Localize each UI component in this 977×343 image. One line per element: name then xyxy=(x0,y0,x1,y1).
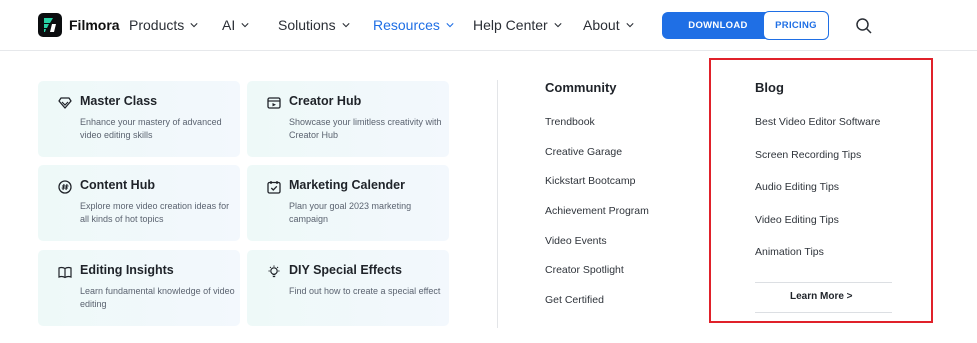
nav-label: Solutions xyxy=(278,17,336,33)
nav-solutions[interactable]: Solutions xyxy=(278,0,350,50)
chevron-down-icon xyxy=(190,23,198,28)
video-window-icon xyxy=(267,97,281,109)
card-diy-special-effects[interactable]: DIY Special Effects Find out how to crea… xyxy=(247,250,449,326)
blog-link-video-editing[interactable]: Video Editing Tips xyxy=(755,214,839,226)
community-link-trendbook[interactable]: Trendbook xyxy=(545,116,595,128)
card-description: Learn fundamental knowledge of video edi… xyxy=(80,286,235,309)
community-link-creative-garage[interactable]: Creative Garage xyxy=(545,146,622,158)
card-content-hub[interactable]: Content Hub Explore more video creation … xyxy=(38,165,240,241)
nav-ai[interactable]: AI xyxy=(222,0,249,50)
diamond-icon xyxy=(58,97,72,109)
top-navigation-bar: Filmora Products AI Solutions Resources … xyxy=(0,0,977,51)
card-title: Content Hub xyxy=(80,178,155,192)
community-heading: Community xyxy=(545,80,617,95)
download-button[interactable]: DOWNLOAD xyxy=(662,12,774,39)
card-master-class[interactable]: Master Class Enhance your mastery of adv… xyxy=(38,81,240,157)
learn-more-link[interactable]: Learn More > xyxy=(790,291,853,302)
card-marketing-calender[interactable]: Marketing Calender Plan your goal 2023 m… xyxy=(247,165,449,241)
community-link-creator-spotlight[interactable]: Creator Spotlight xyxy=(545,264,624,276)
chevron-down-icon xyxy=(625,23,634,28)
nav-label: AI xyxy=(222,17,236,33)
chevron-down-icon xyxy=(341,23,350,28)
card-title: Creator Hub xyxy=(289,94,362,108)
blog-link-best-video-editor[interactable]: Best Video Editor Software xyxy=(755,116,880,128)
divider xyxy=(755,282,892,283)
pricing-button[interactable]: PRICING xyxy=(763,11,829,40)
nav-products[interactable]: Products xyxy=(129,0,198,50)
chevron-down-icon xyxy=(446,23,454,28)
divider xyxy=(755,312,892,313)
nav-label: Products xyxy=(129,17,185,33)
chevron-down-icon xyxy=(241,23,249,28)
community-link-kickstart-bootcamp[interactable]: Kickstart Bootcamp xyxy=(545,175,635,187)
nav-help-center[interactable]: Help Center xyxy=(473,0,562,50)
nav-label: Help Center xyxy=(473,17,548,33)
card-creator-hub[interactable]: Creator Hub Showcase your limitless crea… xyxy=(247,81,449,157)
card-title: Marketing Calender xyxy=(289,178,406,192)
calendar-check-icon xyxy=(267,181,281,194)
community-link-video-events[interactable]: Video Events xyxy=(545,235,607,247)
column-divider xyxy=(497,80,498,328)
card-description: Enhance your mastery of advanced video e… xyxy=(80,117,222,140)
nav-resources[interactable]: Resources xyxy=(373,0,454,50)
community-link-achievement-program[interactable]: Achievement Program xyxy=(545,205,649,217)
chevron-down-icon xyxy=(554,23,562,28)
nav-label: About xyxy=(583,17,620,33)
blog-link-animation[interactable]: Animation Tips xyxy=(755,246,824,258)
card-title: Master Class xyxy=(80,94,158,108)
card-title: DIY Special Effects xyxy=(289,263,403,277)
hashtag-icon xyxy=(58,180,72,194)
search-icon[interactable] xyxy=(855,17,873,35)
book-icon xyxy=(58,266,72,279)
nav-about[interactable]: About xyxy=(583,0,634,50)
blog-link-audio-editing[interactable]: Audio Editing Tips xyxy=(755,181,839,193)
card-title: Editing Insights xyxy=(80,263,174,277)
card-editing-insights[interactable]: Editing Insights Learn fundamental knowl… xyxy=(38,250,240,326)
community-link-get-certified[interactable]: Get Certified xyxy=(545,294,604,306)
lightbulb-icon xyxy=(268,265,280,278)
brand-name: Filmora xyxy=(69,17,120,33)
card-description: Find out how to create a special effect xyxy=(289,286,441,296)
blog-heading: Blog xyxy=(755,80,784,95)
brand-logo[interactable]: Filmora xyxy=(38,13,120,37)
blog-link-screen-recording[interactable]: Screen Recording Tips xyxy=(755,149,861,161)
card-description: Explore more video creation ideas for al… xyxy=(80,201,230,224)
card-description: Plan your goal 2023 marketing campaign xyxy=(289,201,412,224)
filmora-logo-icon xyxy=(38,13,62,37)
nav-label: Resources xyxy=(373,17,440,33)
card-description: Showcase your limitless creativity with … xyxy=(289,117,442,140)
